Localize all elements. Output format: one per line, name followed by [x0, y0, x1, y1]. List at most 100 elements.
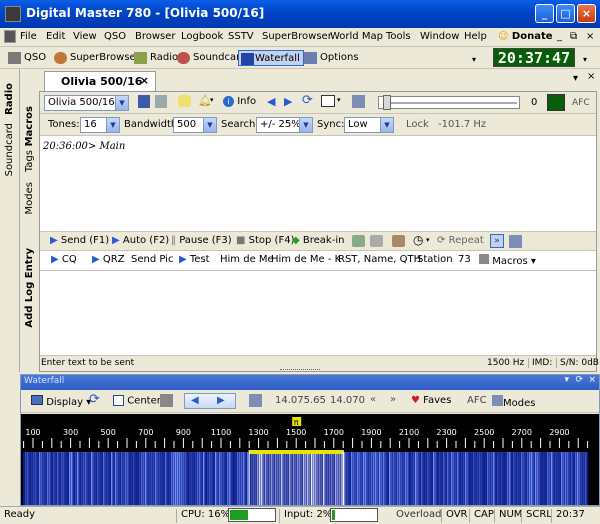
macro-73[interactable]: 73 — [458, 254, 471, 265]
menu-logbook[interactable]: Logbook — [181, 31, 223, 42]
macros-menu-button[interactable]: Macros ▾ — [479, 254, 536, 267]
side-tab-modes[interactable]: Modes — [24, 182, 35, 214]
soundcard-button[interactable]: Soundcard — [177, 50, 246, 66]
prev-arrow-icon[interactable]: ◀ — [267, 95, 275, 108]
macro-him-de-me[interactable]: Him de Me — [220, 254, 274, 265]
tones-select[interactable]: 16 ▼ — [80, 117, 120, 133]
auto-button[interactable]: ▶ Auto (F2) — [112, 235, 169, 246]
settings-icon[interactable] — [352, 95, 365, 108]
info-button[interactable]: i Info — [223, 96, 256, 107]
transmit-text-area[interactable] — [40, 271, 596, 355]
menu-view[interactable]: View — [73, 31, 97, 42]
waterfall-refresh-icon[interactable]: ⟳ — [575, 375, 583, 385]
bandwidth-select[interactable]: 500 ▼ — [173, 117, 217, 133]
eraser-icon[interactable] — [178, 95, 191, 107]
rewind-icon[interactable]: « — [370, 394, 376, 405]
doc-icon[interactable] — [4, 30, 16, 43]
menu-window[interactable]: Window — [420, 31, 459, 42]
mdi-minimize[interactable]: _ — [557, 31, 562, 42]
afc-label[interactable]: AFC — [572, 98, 590, 108]
lock-label[interactable]: Lock — [406, 119, 429, 130]
side-tab-macros[interactable]: Macros — [24, 106, 35, 146]
menu-tools[interactable]: Tools — [386, 31, 411, 42]
macro-send-pic[interactable]: Send Pic — [131, 254, 173, 265]
donate-button[interactable]: ☺ Donate — [498, 31, 553, 42]
expand-icon[interactable]: » — [490, 234, 504, 248]
faves-button[interactable]: ♥ Faves — [411, 395, 451, 406]
repeat-button[interactable]: ⟳ Repeat — [437, 235, 484, 246]
side-tab-tags[interactable]: Tags — [24, 150, 35, 172]
sync-select[interactable]: Low ▼ — [344, 117, 394, 133]
break-in-button[interactable]: ◆ Break-in — [292, 235, 344, 246]
macro-cq[interactable]: ▶ CQ — [51, 254, 77, 265]
center-checkbox[interactable] — [113, 395, 124, 406]
toolbar-overflow-icon[interactable]: ▾ — [472, 55, 476, 64]
macro-test[interactable]: ▶ Test — [179, 254, 210, 265]
menu-superbrowser[interactable]: SuperBrowser — [262, 31, 332, 42]
menu-file[interactable]: File — [20, 31, 37, 42]
side-tab-radio[interactable]: Radio — [4, 83, 15, 115]
side-tab-add-log-entry[interactable]: Add Log Entry — [24, 248, 35, 328]
superbrowser-button[interactable]: SuperBrowser — [54, 50, 140, 66]
clear-icon[interactable] — [352, 235, 365, 247]
timer-dropdown-icon[interactable]: ▾ — [426, 236, 430, 244]
window-dropdown-icon[interactable]: ▾ — [337, 96, 341, 104]
waterfall-button[interactable]: Waterfall — [238, 50, 304, 66]
attach-icon[interactable] — [370, 235, 383, 247]
tab-close-icon[interactable]: × — [140, 74, 149, 87]
options-button[interactable]: Options — [304, 50, 359, 66]
radio-button[interactable]: Radio — [134, 50, 178, 66]
doc-tab-olivia[interactable]: Olivia 500/16 × — [44, 71, 156, 91]
next-arrow-icon[interactable]: ▶ — [284, 95, 292, 108]
macro-qrz[interactable]: ▶ QRZ — [92, 254, 125, 265]
menu-sstv[interactable]: SSTV — [228, 31, 254, 42]
wf-afc-toggle[interactable]: AFC — [467, 395, 487, 406]
wf-settings-icon[interactable] — [249, 394, 262, 407]
refresh-icon[interactable]: ⟳ — [302, 93, 313, 108]
tab-close-all-icon[interactable]: × — [587, 71, 595, 82]
tx-settings-icon[interactable] — [392, 235, 405, 247]
splitter-grip[interactable] — [280, 369, 320, 372]
center-settings-icon[interactable] — [160, 394, 173, 407]
menu-worldmap[interactable]: World Map — [330, 31, 383, 42]
modes-button[interactable]: Modes — [492, 395, 535, 409]
level-slider-thumb[interactable] — [383, 95, 391, 110]
forward-icon[interactable]: » — [390, 394, 396, 405]
menu-browser[interactable]: Browser — [135, 31, 176, 42]
save-icon[interactable] — [138, 95, 150, 108]
print-icon[interactable] — [155, 95, 167, 108]
macro-station[interactable]: Station — [417, 254, 453, 265]
waterfall-dropdown-icon[interactable]: ▾ — [564, 375, 569, 385]
mode-select[interactable]: Olivia 500/16 ▼ — [44, 95, 129, 111]
frequency-scale-svg[interactable]: 100 300 500 700 900 1100 1300 1500 1700 1900 2100 2… — [21, 414, 599, 450]
tx-options-icon[interactable] — [509, 235, 522, 248]
qso-button[interactable]: QSO — [8, 50, 46, 66]
clock-dropdown-icon[interactable]: ▾ — [583, 55, 587, 64]
stop-button[interactable]: ■ Stop (F4) — [236, 235, 294, 246]
mdi-close[interactable]: × — [586, 31, 594, 42]
macro-him-de-me-k[interactable]: Him de Me - K — [271, 254, 341, 265]
tune-right-icon[interactable]: ▶ — [217, 395, 225, 406]
bell-dropdown-icon[interactable]: ▾ — [210, 96, 214, 104]
wf-refresh-icon[interactable]: ⟳ — [89, 392, 100, 407]
timer-icon[interactable]: ◷ — [413, 233, 423, 247]
display-button[interactable]: Display ▾ — [31, 395, 91, 408]
receive-text-area[interactable]: 20:36:00> Main — [40, 136, 596, 231]
level-slider[interactable] — [378, 95, 520, 110]
tab-list-icon[interactable]: ▾ — [573, 73, 578, 84]
waterfall-close-icon[interactable]: × — [588, 375, 596, 385]
menu-help[interactable]: Help — [464, 31, 487, 42]
menu-qso[interactable]: QSO — [104, 31, 126, 42]
pause-button[interactable]: ‖ Pause (F3) — [171, 235, 232, 246]
minimize-button[interactable]: _ — [535, 4, 554, 23]
mdi-restore[interactable]: ⧉ — [570, 31, 577, 42]
window-icon[interactable] — [321, 95, 335, 107]
close-button[interactable]: × — [577, 4, 596, 23]
menu-edit[interactable]: Edit — [46, 31, 65, 42]
center-checkbox-wrap[interactable]: Center — [113, 395, 161, 407]
macro-rst-name-qth[interactable]: RST, Name, QTH — [338, 254, 421, 265]
waterfall-display[interactable] — [21, 450, 599, 505]
tune-left-icon[interactable]: ◀ — [191, 395, 199, 406]
search-select[interactable]: +/- 25% ▼ — [256, 117, 313, 133]
send-button[interactable]: ▶ Send (F1) — [50, 235, 109, 246]
